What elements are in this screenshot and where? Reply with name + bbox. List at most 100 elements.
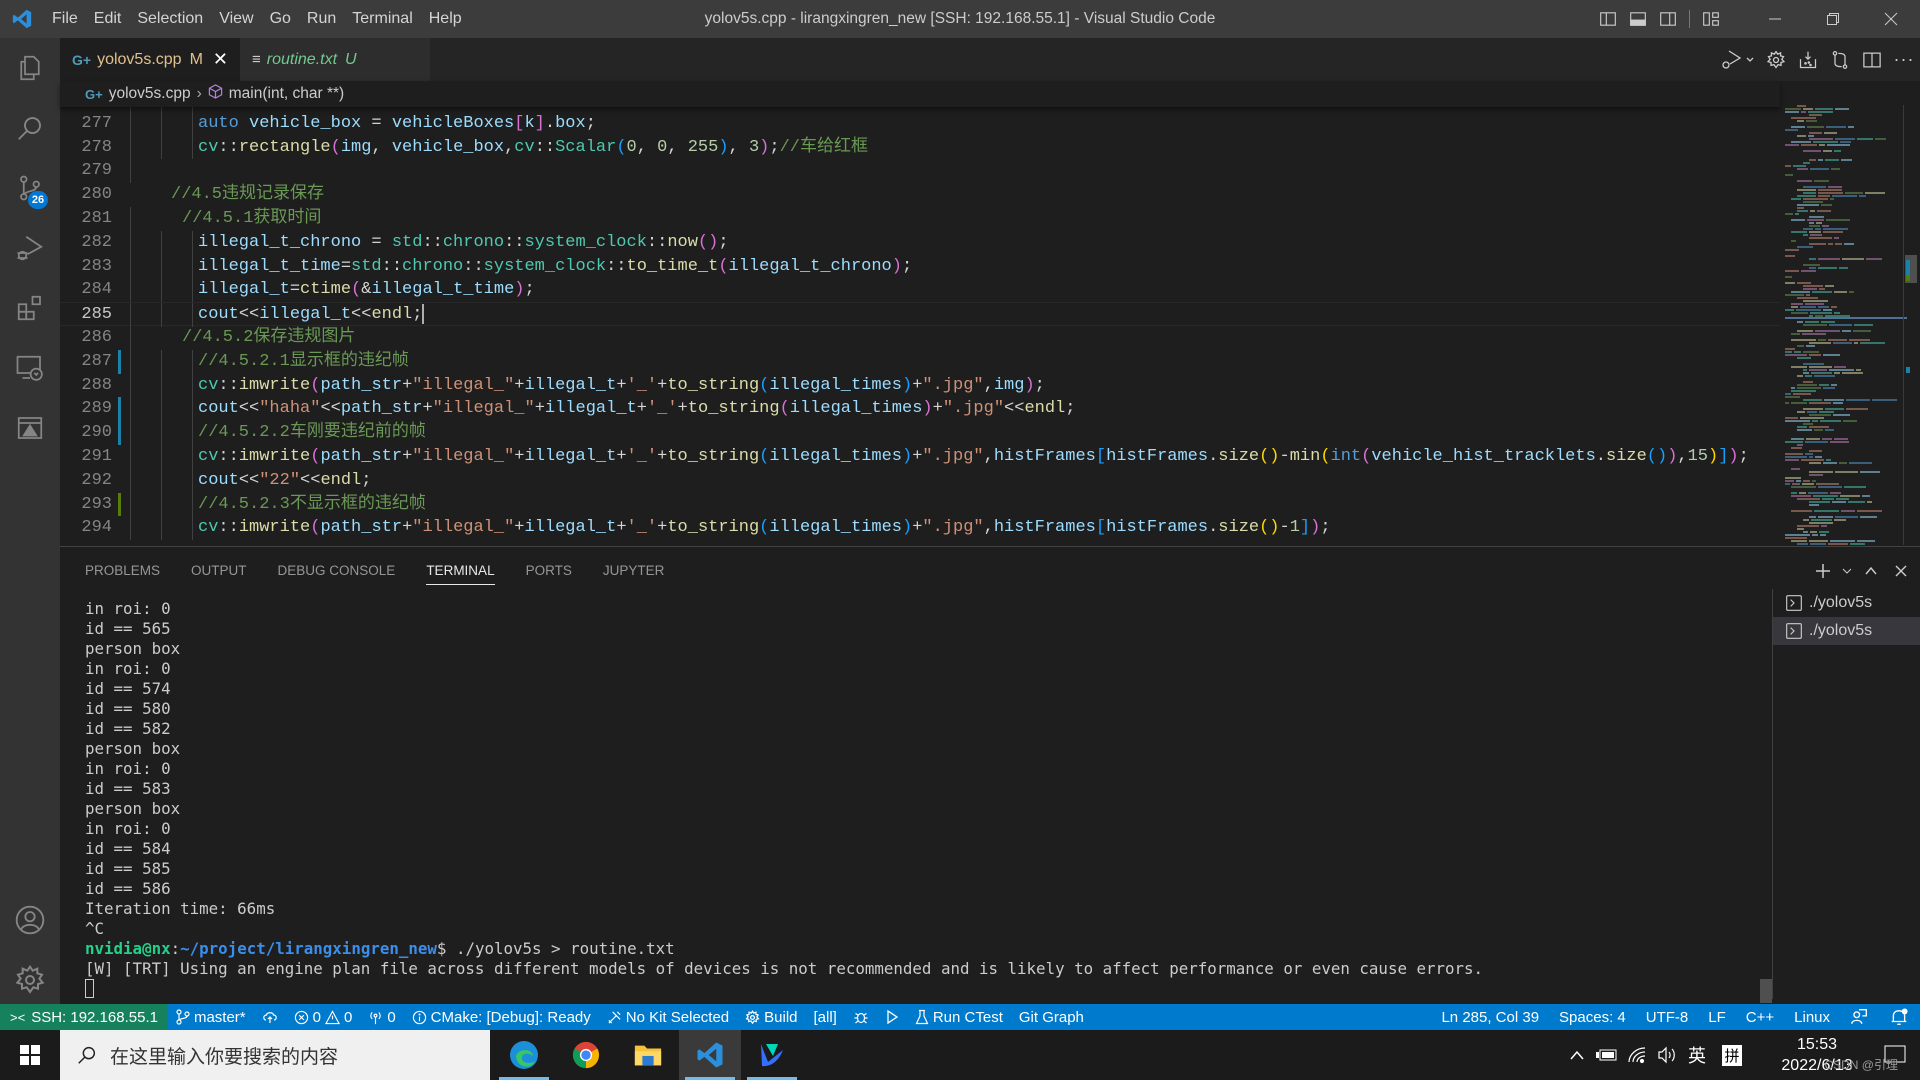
more-actions-icon[interactable]: ··· (1888, 38, 1920, 81)
code-line[interactable]: 277 auto vehicle_box = vehicleBoxes[k].bo… (60, 111, 1780, 136)
volume-icon[interactable] (1652, 1030, 1682, 1080)
minimize-icon[interactable] (1746, 0, 1804, 38)
explorer-icon[interactable] (0, 38, 60, 98)
encoding[interactable]: UTF-8 (1636, 1004, 1699, 1030)
cmake-debug-icon[interactable] (845, 1004, 877, 1030)
code-line[interactable]: 282 illegal_t_chrono = std::chrono::syste… (60, 230, 1780, 255)
cmake-build-button[interactable]: Build (737, 1004, 805, 1030)
code-line[interactable]: 281 //4.5.1获取时间 (60, 207, 1780, 231)
show-hidden-icons-icon[interactable] (1562, 1030, 1592, 1080)
run-debug-icon[interactable] (0, 218, 60, 278)
close-panel-icon[interactable] (1886, 547, 1916, 595)
extensions-icon[interactable] (0, 278, 60, 338)
restore-icon[interactable] (1804, 0, 1862, 38)
wifi-icon[interactable] (1622, 1030, 1652, 1080)
toggle-secondary-sidebar-icon[interactable] (1653, 0, 1683, 38)
tab-problems[interactable]: PROBLEMS (85, 547, 160, 595)
toggle-panel-icon[interactable] (1623, 0, 1653, 38)
code-line[interactable]: 280 //4.5违规记录保存 (60, 183, 1780, 207)
tab-yolov5s-cpp[interactable]: G+ yolov5s.cpp M ✕ (60, 38, 240, 81)
cmake-build-icon[interactable] (1792, 38, 1824, 81)
cmake-run-icon[interactable] (877, 1004, 907, 1030)
end-of-line[interactable]: LF (1698, 1004, 1736, 1030)
cmake-kit[interactable]: No Kit Selected (599, 1004, 737, 1030)
split-editor-icon[interactable] (1856, 38, 1888, 81)
modified-gutter-marker[interactable] (118, 349, 121, 374)
code-line[interactable]: 294 cv::imwrite(path_str+"illegal_"+illeg… (60, 516, 1780, 541)
run-debug-dropdown-icon[interactable] (1716, 38, 1760, 81)
editor-scrollbar[interactable] (1903, 105, 1917, 545)
taskbar-vscode-icon[interactable] (679, 1030, 741, 1080)
cursor-position[interactable]: Ln 285, Col 39 (1431, 1004, 1549, 1030)
notifications-bell-icon[interactable] (1878, 1004, 1920, 1030)
run-ctest-button[interactable]: Run CTest (907, 1004, 1011, 1030)
accounts-icon[interactable] (0, 890, 60, 950)
tab-routine-txt[interactable]: ≡ routine.txt U (240, 38, 430, 81)
sync-button[interactable] (254, 1004, 286, 1030)
menu-selection[interactable]: Selection (129, 0, 211, 38)
toggle-primary-sidebar-icon[interactable] (1593, 0, 1623, 38)
menu-view[interactable]: View (211, 0, 261, 38)
taskbar-search-input[interactable]: 在这里输入你要搜索的内容 (60, 1030, 490, 1080)
cmake-target[interactable]: [all] (806, 1004, 845, 1030)
code-line[interactable]: 283 illegal_t_time=std::chrono::system_cl… (60, 254, 1780, 279)
battery-icon[interactable] (1592, 1030, 1622, 1080)
code-line[interactable]: 284 illegal_t=ctime(&illegal_t_time); (60, 278, 1780, 303)
cmake-settings-icon[interactable] (1760, 38, 1792, 81)
code-line[interactable]: 288 cv::imwrite(path_str+"illegal_"+illeg… (60, 373, 1780, 398)
feedback-icon[interactable] (1840, 1004, 1878, 1030)
terminal-output[interactable]: in roi: 0 id == 565 person box in roi: 0 id … (85, 599, 1825, 999)
tab-output[interactable]: OUTPUT (191, 547, 247, 595)
tab-jupyter[interactable]: JUPYTER (603, 547, 665, 595)
terminal-dropdown-icon[interactable] (1838, 547, 1856, 595)
maximize-panel-icon[interactable] (1856, 547, 1886, 595)
taskbar-file-explorer-icon[interactable] (617, 1030, 679, 1080)
menu-go[interactable]: Go (262, 0, 299, 38)
code-line[interactable]: 292 cout<<"22"<<endl; (60, 468, 1780, 493)
ime-mode[interactable]: 拼 (1712, 1030, 1752, 1080)
cmake-status[interactable]: CMake: [Debug]: Ready (404, 1004, 599, 1030)
git-branch[interactable]: master* (168, 1004, 254, 1030)
code-line[interactable]: 279 (60, 159, 1780, 184)
taskbar-chrome-icon[interactable] (555, 1030, 617, 1080)
tab-terminal[interactable]: TERMINAL (426, 547, 495, 595)
terminal-instance[interactable]: ./yolov5s (1773, 589, 1920, 617)
platform[interactable]: Linux (1784, 1004, 1840, 1030)
taskbar-edge-icon[interactable] (493, 1030, 555, 1080)
menu-file[interactable]: File (44, 0, 86, 38)
search-icon[interactable] (0, 98, 60, 158)
added-gutter-marker[interactable] (118, 492, 121, 517)
code-line[interactable]: 290 //4.5.2.2车刚要违纪前的帧 (60, 421, 1780, 445)
language-mode[interactable]: C++ (1736, 1004, 1784, 1030)
git-graph-button[interactable]: Git Graph (1011, 1004, 1092, 1030)
modified-gutter-marker[interactable] (118, 421, 121, 445)
terminal-scrollbar[interactable] (1760, 979, 1772, 1003)
menu-help[interactable]: Help (421, 0, 470, 38)
customize-layout-icon[interactable] (1696, 0, 1726, 38)
menu-terminal[interactable]: Terminal (344, 0, 420, 38)
tab-debug-console[interactable]: DEBUG CONSOLE (278, 547, 396, 595)
close-tab-icon[interactable]: ✕ (213, 49, 228, 70)
menu-edit[interactable]: Edit (86, 0, 130, 38)
taskbar-feishu-icon[interactable] (741, 1030, 803, 1080)
problems-indicator[interactable]: 0 0 (286, 1004, 361, 1030)
remote-explorer-icon[interactable] (0, 338, 60, 398)
manage-gear-icon[interactable] (0, 950, 60, 1010)
terminal-instance[interactable]: ./yolov5s (1773, 617, 1920, 645)
minimap[interactable] (1785, 105, 1907, 545)
code-line[interactable]: 285 cout<<illegal_t<<endl; (60, 302, 1780, 327)
breadcrumb-file[interactable]: yolov5s.cpp (109, 85, 191, 103)
close-icon[interactable] (1862, 0, 1920, 38)
indentation[interactable]: Spaces: 4 (1549, 1004, 1636, 1030)
code-line[interactable]: 287 //4.5.2.1显示框的违纪帧 (60, 349, 1780, 374)
code-line[interactable]: 289 cout<<"haha"<<path_str+"illegal_"+ill… (60, 397, 1780, 422)
ime-language[interactable]: 英 (1682, 1030, 1712, 1080)
code-line[interactable]: 293 //4.5.2.3不显示框的违纪帧 (60, 492, 1780, 517)
open-changes-icon[interactable] (1824, 38, 1856, 81)
code-line[interactable]: 286 //4.5.2保存违规图片 (60, 326, 1780, 350)
new-terminal-icon[interactable] (1808, 547, 1838, 595)
code-line[interactable]: 278 cv::rectangle(img, vehicle_box,cv::Sc… (60, 135, 1780, 160)
modified-gutter-marker[interactable] (118, 397, 121, 422)
breadcrumb-symbol[interactable]: main(int, char **) (229, 85, 344, 103)
tab-ports[interactable]: PORTS (526, 547, 572, 595)
